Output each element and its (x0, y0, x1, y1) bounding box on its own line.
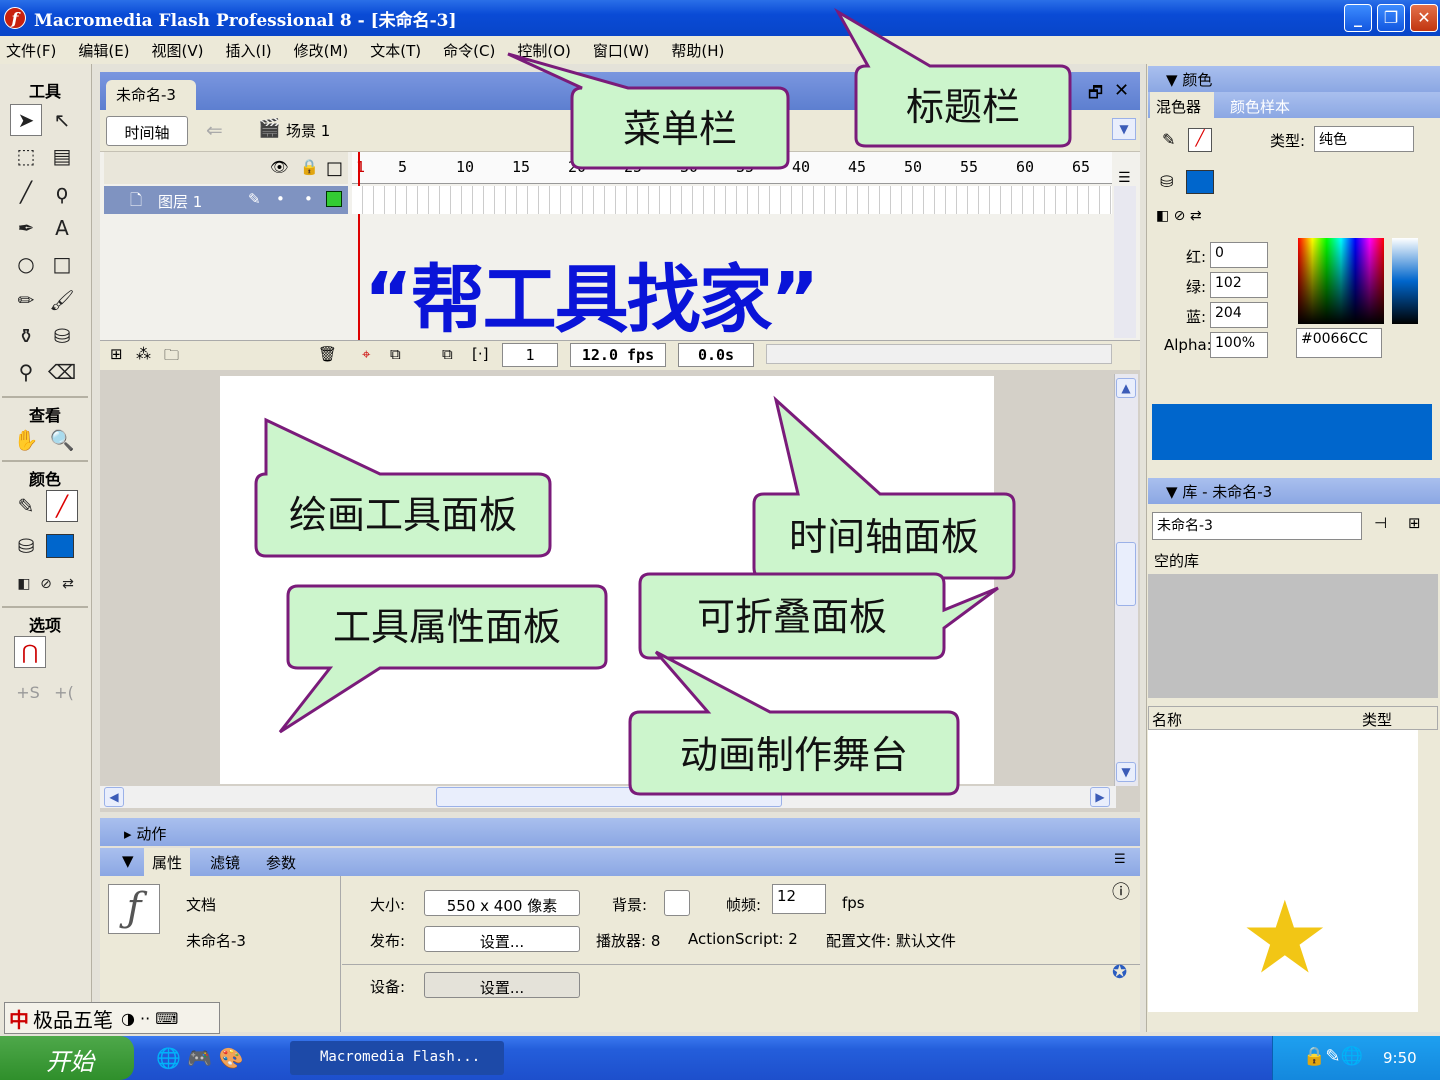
properties-panel-header: ▼ 属性 滤镜 参数 ☰ (100, 848, 1140, 876)
tab-params[interactable]: 参数 (266, 852, 296, 873)
color-panel-title: 颜色 (1182, 71, 1213, 89)
player-info: 播放器: 8 (596, 932, 661, 950)
divider (340, 876, 341, 1032)
fps-unit: fps (842, 894, 865, 912)
col-name[interactable]: 名称 (1152, 709, 1182, 730)
collapse-arrow-icon[interactable]: ▼ (122, 852, 134, 870)
tab-mixer[interactable]: 混色器 (1150, 92, 1214, 118)
library-empty: 空的库 (1154, 552, 1200, 570)
color-spectrum[interactable] (1298, 238, 1384, 324)
alpha-input[interactable]: 100% (1210, 332, 1268, 358)
ime-mode-icon[interactable]: ◑ ·· ⌨ (121, 1009, 178, 1028)
system-tray: 🔒✎🌐 9:50 (1272, 1036, 1440, 1080)
callout-collapsible-panel: 可折叠面板 (696, 595, 887, 639)
doc-name: 未命名-3 (186, 932, 246, 950)
library-preview (1148, 574, 1438, 698)
ime-toolbar[interactable]: 中 极品五笔 ◑ ·· ⌨ (4, 1002, 220, 1034)
panel-menu-icon[interactable]: ☰ (1114, 852, 1126, 867)
fill-color-swatch[interactable] (1186, 170, 1214, 194)
callout-timeline-panel: 时间轴面板 (788, 515, 979, 559)
library-title: 库 - 未命名-3 (1182, 483, 1273, 501)
stroke-pencil-icon: ✎ (1162, 130, 1176, 149)
stroke-color-swatch[interactable]: ╱ (1188, 128, 1212, 152)
ime-logo-icon: 中 (9, 1007, 29, 1032)
tray-icons[interactable]: 🔒✎🌐 (1303, 1046, 1363, 1067)
callout-tool-properties: 工具属性面板 (332, 605, 561, 649)
library-columns (1148, 706, 1438, 730)
fill-bucket-icon: ⛁ (1160, 172, 1174, 191)
actions-panel-header[interactable]: ▸ 动作 (100, 818, 1140, 846)
tab-properties[interactable]: 属性 (144, 848, 191, 876)
clock: 9:50 (1383, 1049, 1417, 1067)
red-label: 红: (1186, 248, 1207, 266)
green-label: 绿: (1186, 278, 1207, 296)
alpha-label: Alpha: (1164, 336, 1212, 354)
star-mascot-icon: ★ (1240, 879, 1330, 996)
brightness-slider[interactable] (1392, 238, 1418, 324)
callout-drawing-tools: 绘画工具面板 (288, 493, 517, 537)
background-swatch[interactable] (664, 890, 690, 916)
background-label: 背景: (612, 896, 648, 914)
actionscript-info: ActionScript: 2 (688, 930, 798, 948)
tab-filters[interactable]: 滤镜 (210, 852, 240, 873)
publish-settings-button[interactable]: 设置... (424, 926, 580, 952)
hex-input[interactable]: #0066CC (1296, 328, 1382, 358)
properties-panel: ƒ 文档 未命名-3 大小: 550 x 400 像素 背景: 帧频: 12 f… (100, 876, 1140, 1032)
profile-info: 配置文件: 默认文件 (826, 932, 956, 950)
size-button[interactable]: 550 x 400 像素 (424, 890, 580, 916)
start-button[interactable]: 开始 (0, 1036, 134, 1080)
callout-menu-bar: 菜单栏 (622, 107, 737, 151)
pin-icon[interactable]: ⊣ (1374, 514, 1387, 532)
black-white-icon[interactable]: ◧ ⊘ ⇄ (1156, 208, 1202, 224)
ime-name: 极品五笔 (33, 1007, 113, 1032)
quicklaunch-icons[interactable]: 🌐 🎮 🎨 (156, 1046, 243, 1070)
flash-document-icon: ƒ (108, 884, 160, 934)
start-label: 开始 (46, 1048, 94, 1076)
device-settings-button[interactable]: 设置... (424, 972, 580, 998)
red-input[interactable]: 0 (1210, 242, 1268, 268)
publish-label: 发布: (370, 932, 406, 950)
col-type[interactable]: 类型 (1362, 709, 1392, 730)
size-label: 大小: (370, 896, 406, 914)
actions-label: 动作 (136, 825, 167, 843)
new-library-icon[interactable]: ⊞ (1408, 514, 1421, 532)
fps-label: 帧频: (726, 896, 762, 914)
doc-type: 文档 (186, 896, 217, 914)
blue-input[interactable]: 204 (1210, 302, 1268, 328)
library-select[interactable]: 未命名-3 (1152, 512, 1362, 540)
library-panel-header[interactable]: ▼ 库 - 未命名-3 (1148, 478, 1440, 504)
callout-stage: 动画制作舞台 (679, 733, 908, 777)
green-input[interactable]: 102 (1210, 272, 1268, 298)
blue-label: 蓝: (1186, 308, 1207, 326)
accessibility-icon[interactable]: ✪ (1112, 962, 1127, 983)
type-label: 类型: (1270, 132, 1306, 150)
taskbar-item-label: Macromedia Flash... (320, 1049, 481, 1065)
fps-input[interactable]: 12 (772, 884, 826, 914)
taskbar-flash-item[interactable]: Macromedia Flash... (290, 1041, 504, 1075)
help-icon[interactable]: ⓘ (1112, 878, 1130, 904)
type-select[interactable]: 纯色 (1314, 126, 1414, 152)
device-label: 设备: (370, 978, 406, 996)
color-panel-header[interactable]: ▼ 颜色 (1148, 66, 1440, 92)
callout-title-bar: 标题栏 (905, 85, 1020, 129)
color-preview (1152, 404, 1432, 460)
divider (342, 964, 1140, 965)
tab-swatches[interactable]: 颜色样本 (1230, 96, 1290, 117)
